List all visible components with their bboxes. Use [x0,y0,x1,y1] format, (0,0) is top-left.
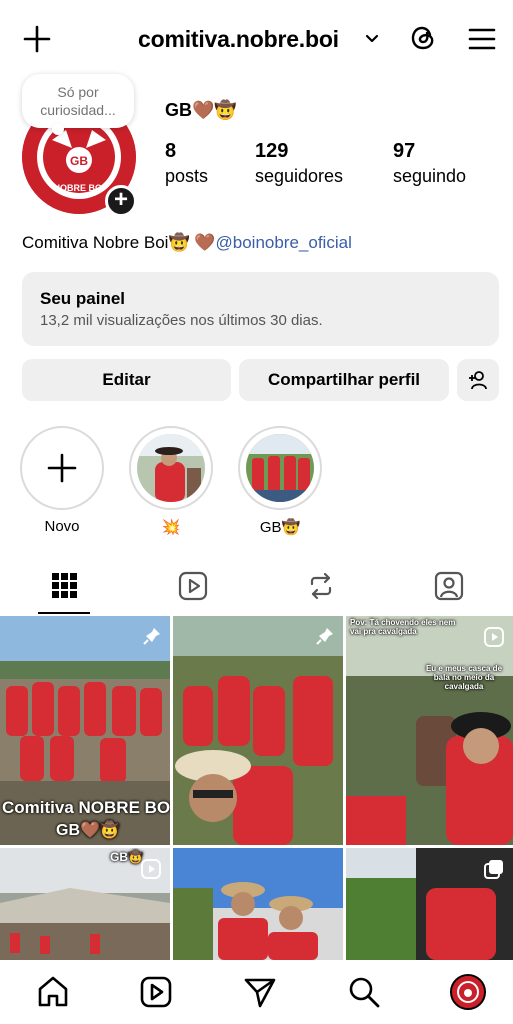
dashboard-subtitle: 13,2 mil visualizações nos últimos 30 di… [40,312,323,329]
post-photo [346,616,513,845]
dashboard-title: Seu painel [40,289,126,308]
stat-followers[interactable]: 129 seguidores [255,140,343,187]
post-caption-overlay: Comitiva NOBRE BOI [2,798,170,817]
highlight-new-ring [20,426,104,510]
tab-active-indicator [38,612,90,614]
post-caption-overlay: GB🤠 [110,850,143,864]
add-person-icon [469,371,487,390]
home-icon[interactable] [35,974,71,1010]
highlight-2[interactable]: GB🤠 [238,426,322,536]
highlight-new[interactable]: Novo [20,426,104,535]
tab-reposts[interactable] [256,568,384,614]
reel-icon [141,859,161,879]
followers-label: seguidores [255,166,344,186]
search-icon[interactable] [346,974,382,1010]
stat-posts[interactable]: 8 posts [165,140,208,187]
svg-text:NOBRE BOI: NOBRE BOI [53,183,104,193]
display-name: GB🤎🤠 [165,100,237,120]
post-caption-overlay: Pov: Tá chovendo eles nem vai pra cavalg… [350,618,456,636]
chevron-down-icon[interactable] [364,32,380,46]
posts-label: posts [165,166,209,186]
threads-icon[interactable] [408,22,440,54]
post-thumbnail[interactable] [173,848,343,960]
following-label: seguindo [393,166,467,186]
tab-grid[interactable] [0,568,128,614]
pin-icon [143,628,160,645]
note-text: Só por curiosidad... [40,84,116,118]
post-photo [173,848,343,960]
profile-mini-logo [452,976,484,1008]
post-thumbnail[interactable]: Pov: Tá chovendo eles nem vai pra cavalg… [346,616,513,845]
share-profile-button[interactable]: Compartilhar perfil [239,359,449,401]
reels-nav-icon[interactable] [138,974,174,1010]
tab-tagged[interactable] [384,568,512,614]
post-photo [173,616,343,845]
followers-count: 129 [255,140,289,162]
professional-dashboard[interactable]: Seu painel 13,2 mil visualizações nos úl… [22,272,499,346]
highlight-photo [246,434,314,502]
svg-text:GB: GB [70,154,88,168]
post-caption-overlay: Eu e meus casca de bala no meio da caval… [425,664,503,691]
profile-tabs [0,568,513,614]
top-bar: comitiva.nobre.boi [0,18,513,62]
highlight-label: 💥 [161,519,181,536]
multiple-posts-icon [484,860,503,879]
pin-icon [316,628,333,645]
menu-icon[interactable] [467,24,497,54]
create-plus-icon[interactable] [22,24,52,54]
discover-people-button[interactable] [457,359,499,401]
highlight-cover [246,434,314,502]
highlight-label: Novo [44,518,80,535]
stat-following[interactable]: 97 seguindo [393,140,466,187]
bio-handle-link[interactable]: @boinobre_oficial [216,233,352,252]
post-thumbnail[interactable]: GB🤠 [0,848,170,960]
tab-reels[interactable] [128,568,256,614]
repost-icon [310,572,332,600]
plus-icon [47,453,77,483]
posts-grid: Comitiva NOBRE BOI GB🤎🤠 Pov: Tá chovendo… [0,616,513,960]
tagged-icon [434,571,464,601]
highlight-ring [129,426,213,510]
post-thumbnail[interactable] [173,616,343,845]
highlight-cover [137,434,205,502]
send-icon[interactable] [242,974,278,1010]
note-bubble[interactable]: Só por curiosidad... [22,74,134,135]
post-caption-overlay: GB🤎🤠 [56,822,120,839]
posts-count: 8 [165,140,177,162]
highlight-photo [137,434,205,502]
following-count: 97 [393,140,416,162]
highlight-label: GB🤠 [259,519,301,536]
reels-icon [178,571,208,601]
post-thumbnail[interactable]: Comitiva NOBRE BOI GB🤎🤠 [0,616,170,845]
highlight-ring [238,426,322,510]
edit-profile-button[interactable]: Editar [22,359,231,401]
highlight-1[interactable]: 💥 [129,426,213,536]
username-switcher[interactable]: comitiva.nobre.boi [138,26,339,53]
profile-nav-avatar[interactable] [450,974,486,1010]
bottom-navigation [0,960,513,1024]
bio: Comitiva Nobre Boi🤠 🤎@boinobre_oficial [22,233,352,253]
post-thumbnail[interactable] [346,848,513,960]
bio-text: Comitiva Nobre Boi🤠 🤎 [22,233,216,252]
reel-icon [484,627,504,647]
grid-icon [52,573,77,598]
add-story-button[interactable]: + [105,185,137,217]
